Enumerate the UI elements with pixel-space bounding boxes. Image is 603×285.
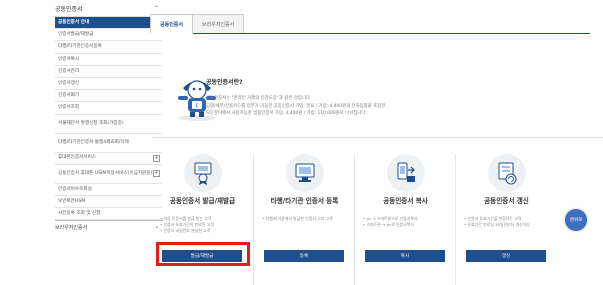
- sidebar-item-issue[interactable]: 인증서발급/재발급: [55, 29, 163, 42]
- card-desc-line: • 스마트폰 → pc로 인증서복사: [363, 222, 414, 228]
- sidebar-item-cert-pw[interactable]: 인증서비수조회설: [55, 184, 163, 196]
- card-description: • pc → 스마트폰으로 인증서복사 • 스마트폰 → pc로 인증서복사: [363, 216, 453, 228]
- sidebar-item-label: 인증서폐기: [58, 93, 80, 99]
- sidebar-header[interactable]: 공동인증서 ⌃: [55, 0, 163, 17]
- sidebar: 공동인증서 ⌃ 공동인증서 안내 인증서발급/재발급 타행/타기관인증서등록 인…: [55, 0, 163, 285]
- intro-line: 모든분야에서 사용가능한 범용인증서 가입. 4,400원 / 가입: 110,…: [206, 111, 367, 117]
- card-desc-line: • 타행/타기관에서 발급한 인증서 소지 고객: [262, 216, 333, 221]
- card-renew: 공동인증서 갱신 • 인증서 유효기간을 연장하는 고객 • 유효기간 만료일 …: [455, 154, 556, 285]
- sidebar-footer-label: 브라우저인증서: [55, 224, 88, 231]
- intro-line: 공동인증서는 "온라인 거래의 인감도장"과 같은 것입니다.: [206, 96, 312, 101]
- sidebar-item-label: 인증서비수조회설: [58, 186, 92, 192]
- sidebar-item-usim[interactable]: 공동인증서 휴대폰 USIM저장서비스(유심지원용) +: [55, 165, 163, 184]
- certificate-renew-icon: [488, 154, 526, 192]
- certificate-register-icon: [286, 154, 324, 192]
- card-title: 공동인증서 복사: [383, 197, 428, 205]
- sidebar-item-cert-guide[interactable]: 공동인증서 안내: [55, 17, 163, 30]
- sidebar-item-label: 서울재단서 발행신청 조회(가입중): [58, 120, 124, 126]
- sidebar-item-preregister[interactable]: 사전등록 조회 및 신청: [55, 208, 163, 221]
- section-divider: [152, 137, 603, 138]
- card-desc-line: • 인증서 비밀번호 분실한 고객: [160, 228, 211, 234]
- card-title: 공동인증서 갱신: [484, 197, 529, 205]
- intro-line: 공항/세무/신용카드를 업무가 가능한 공동인증서 가입. 유료 / 가입: 4…: [206, 103, 386, 109]
- sidebar-item-label: 인증서갱신: [58, 80, 80, 86]
- certificate-issue-icon: [184, 154, 222, 192]
- sidebar-item-label: 타행/타기관인증서등록: [58, 44, 102, 50]
- certificate-copy-icon: [387, 154, 425, 192]
- sidebar-item-renew[interactable]: 인증서갱신: [55, 78, 163, 91]
- sidebar-item-mobile-cert[interactable]: 휴대폰인증서서비스 +: [55, 153, 163, 165]
- intro-section: 공동인증서란? 공동인증서는 "온라인 거래의 인감도장"과 같은 것입니다. …: [160, 54, 450, 118]
- sidebar-item-seoul-issue[interactable]: 서울재단서 발행신청 조회(가입중): [55, 115, 163, 134]
- sidebar-item-lookup[interactable]: 인증서조회: [55, 102, 163, 115]
- sidebar-item-revoke[interactable]: 인증서폐기: [55, 90, 163, 103]
- intro-title: 공동인증서란?: [206, 79, 243, 86]
- renew-button[interactable]: 갱신: [466, 250, 546, 262]
- tab-browser-cert[interactable]: 브라우저인증서: [192, 14, 245, 34]
- intro-text: 공동인증서는 "온라인 거래의 인감도장"과 같은 것입니다. 공항/세무/신용…: [206, 95, 446, 118]
- card-copy: 공동인증서 복사 • pc → 스마트폰으로 인증서복사 • 스마트폰 → pc…: [354, 154, 455, 285]
- sidebar-item-register[interactable]: 타행/타기관인증서등록: [55, 41, 163, 54]
- sidebar-item-label: 휴대폰인증서서비스: [58, 155, 97, 161]
- sidebar-item-label: 공동인증서 안내: [58, 19, 90, 25]
- tab-bar: 공동인증서 브라우저인증서: [150, 14, 245, 34]
- sidebar-item-label: 인증서조회: [58, 105, 80, 111]
- sidebar-item-label: 타행/타기관인증서 통행4제효회/삭제: [58, 139, 129, 145]
- sidebar-header-label: 공동인증서: [55, 5, 83, 13]
- card-description: • 타행/타기관에서 발급한 인증서 소지 고객: [262, 216, 352, 222]
- sidebar-item-label: 인증서복사: [58, 56, 80, 62]
- sidebar-item-label: 사전등록 조회 및 신청: [58, 211, 101, 217]
- card-desc-line: • 유효기간 만료일 30일전부터 갱신가능: [464, 222, 530, 228]
- sidebar-item-label: 보안토큰HSM: [58, 198, 86, 204]
- card-register: 타행/타기관 인증서 등록 • 타행/타기관에서 발급한 인증서 소지 고객 등…: [253, 154, 354, 285]
- highlight-box: [156, 242, 250, 266]
- sidebar-item-manage[interactable]: 인증서관리: [55, 66, 163, 78]
- sidebar-item-label: 공동인증서 휴대폰 USIM저장서비스(유심지원용): [58, 171, 153, 177]
- tab-public-cert[interactable]: 공동인증서: [150, 14, 194, 34]
- sidebar-item-label: 인증서관리: [58, 68, 80, 74]
- register-button[interactable]: 등록: [264, 250, 344, 262]
- card-description: • 처음 인증서를 발급 받는 고객 • 인증서 유효기간이 만료된 고객 • …: [160, 216, 250, 235]
- card-title: 공동인증서 발급/재발급: [169, 197, 236, 205]
- card-description: • 인증서 유효기간을 연장하는 고객 • 유효기간 만료일 30일전부터 갱신…: [464, 216, 554, 228]
- sidebar-item-other-cert-delete[interactable]: 타행/타기관인증서 통행4제효회/삭제: [55, 134, 163, 153]
- scroll-top-button[interactable]: 맨위로: [565, 209, 587, 231]
- copy-button[interactable]: 복사: [365, 250, 445, 262]
- sidebar-item-label: 인증서발급/재발급: [58, 32, 94, 38]
- card-title: 타행/타기관 인증서 등록: [270, 197, 339, 205]
- tab-underline: [150, 33, 590, 34]
- sidebar-item-hsm[interactable]: 보안토큰HSM: [55, 196, 163, 209]
- sidebar-item-copy[interactable]: 인증서복사: [55, 54, 163, 66]
- sidebar-menu: 공동인증서 안내 인증서발급/재발급 타행/타기관인증서등록 인증서복사 인증서…: [55, 17, 163, 221]
- sidebar-footer-browser-cert[interactable]: 브라우저인증서 ⌄: [55, 220, 163, 233]
